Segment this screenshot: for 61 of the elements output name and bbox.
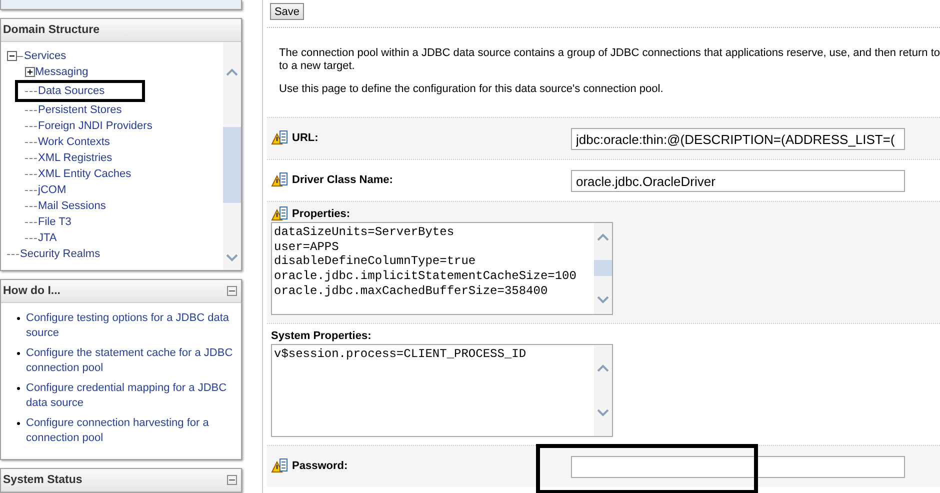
scroll-thumb[interactable] [223,127,241,203]
tree-item[interactable]: Persistent Stores [38,104,122,116]
bullet-icon [17,422,20,425]
save-button[interactable]: Save [270,3,304,20]
text-line: disableDefineColumnType=true [274,254,477,270]
text-line: v$session.process=CLIENT_PROCESS_ID [274,347,528,362]
text-line: user=APPS [274,240,340,254]
text-area[interactable]: dataSizeUnits=ServerBytes user=APPS disableDefineColumnType=true oracle.jdbc.implicitStatementCacheSize=100 oracle.jdbc.maxCachedBufferSize=358400 [271,222,613,315]
tree-item[interactable]: Data Sources [38,85,105,97]
help-warning-icon [271,130,288,146]
description-text: The connection pool within a JDBC data source contains a group of JDBC connections that applications reserve, use, and then return to [279,47,940,60]
text-area[interactable]: v$session.process=CLIENT_PROCESS_ID [271,344,613,437]
text-field[interactable]: oracle.jdbc.OracleDriver [571,170,905,192]
field-label: Driver Class Name: [292,174,393,186]
field-label: URL: [292,132,318,144]
bullet-icon [17,352,20,355]
help-warning-icon [271,458,288,474]
panel-title: Domain Structure [3,24,100,36]
collapse-icon[interactable] [227,475,237,485]
tree-item[interactable]: XML Entity Caches [38,168,132,180]
help-link[interactable]: Configure testing options for a JDBC data source [26,311,235,341]
text-field[interactable] [571,456,905,478]
tree-item[interactable]: XML Registries [38,152,112,164]
tree-item[interactable]: Work Contexts [38,136,110,148]
scroll-down-icon[interactable] [597,409,609,418]
help-warning-icon [271,206,288,222]
tree-item[interactable]: JTA [38,232,57,244]
description-text: to a new target. [279,60,356,73]
scrollbar[interactable] [223,42,241,270]
scroll-down-icon[interactable] [597,296,609,304]
tree-item[interactable]: Mail Sessions [38,200,106,212]
scroll-down-icon[interactable] [226,254,238,262]
field-label: Password: [292,460,348,472]
scroll-up-icon[interactable] [597,232,609,241]
description-text: Use this page to define the configuration for this data source's connection pool. [279,83,664,96]
collapse-icon[interactable] [227,286,237,296]
scroll-up-icon[interactable] [226,68,238,76]
collapse-icon[interactable] [7,51,17,61]
text-line: oracle.jdbc.implicitStatementCacheSize=100 [274,269,578,284]
tree-item[interactable]: Messaging [35,66,88,78]
tree-item[interactable]: Services [24,50,66,62]
bullet-icon [17,387,20,390]
help-link[interactable]: Configure credential mapping for a JDBC data source [26,381,235,411]
help-warning-icon [271,172,288,188]
expand-icon[interactable] [25,67,35,77]
panel-title: How do I... [3,285,60,297]
text-line: dataSizeUnits=ServerBytes [274,225,456,240]
scroll-thumb[interactable] [594,260,612,276]
tree-item[interactable]: Security Realms [20,248,100,260]
help-link[interactable]: Configure the statement cache for a JDBC connection pool [26,346,235,376]
field-label: System Properties: [271,330,372,342]
text-line: oracle.jdbc.maxCachedBufferSize=358400 [274,284,549,299]
tree-item[interactable]: jCOM [38,184,66,196]
bullet-icon [17,317,20,320]
field-label: Properties: [292,208,350,220]
tree-item[interactable]: File T3 [38,216,72,228]
tree-item[interactable]: Foreign JNDI Providers [38,120,152,132]
panel-title: System Status [3,474,82,486]
text-field[interactable]: jdbc:oracle:thin:@(DESCRIPTION=(ADDRESS_LIST=( [571,128,905,150]
scroll-up-icon[interactable] [597,364,609,372]
help-link[interactable]: Configure connection harvesting for a connection pool [26,416,235,446]
